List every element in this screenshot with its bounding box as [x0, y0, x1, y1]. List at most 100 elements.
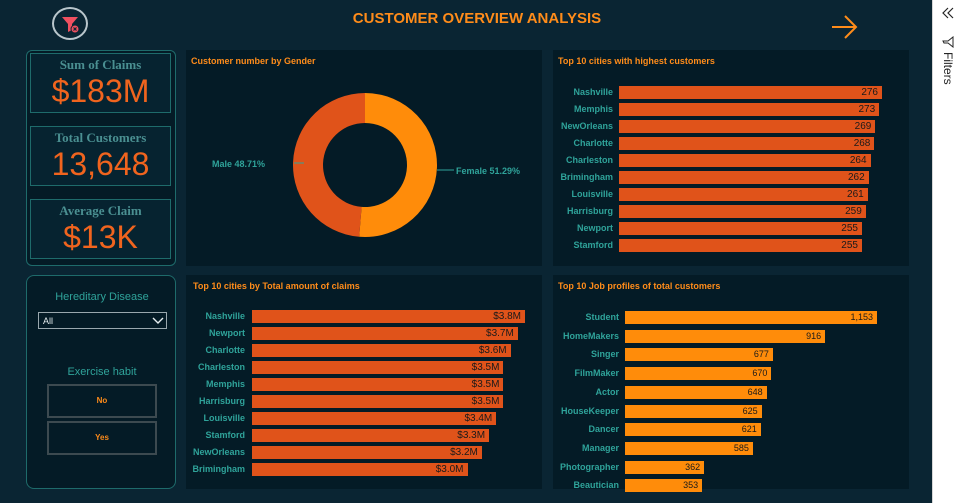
filter-outline-icon — [942, 36, 954, 48]
data-label: 268 — [853, 138, 871, 149]
data-label: $3.5M — [471, 396, 500, 407]
data-label: 677 — [753, 349, 769, 360]
clear-filters-button[interactable] — [52, 7, 88, 40]
kpi-total-customers: Total Customers 13,648 — [30, 126, 171, 186]
data-label: 255 — [841, 223, 858, 234]
data-label: 585 — [733, 442, 749, 453]
exercise-slicer-label: Exercise habit — [67, 366, 137, 378]
kpi-value: 13,648 — [51, 146, 150, 182]
data-label: 1,153 — [850, 312, 873, 322]
data-label: 648 — [747, 386, 763, 397]
data-label: 262 — [847, 172, 865, 183]
hereditary-dropdown[interactable]: All — [38, 312, 167, 329]
category-label: Nashville — [205, 311, 245, 321]
donut-slice-female[interactable] — [359, 93, 437, 237]
data-label: 264 — [849, 155, 867, 166]
top-cities-claims-panel: Top 10 cities by Total amount of claims … — [186, 275, 542, 489]
category-label: Louisville — [203, 413, 245, 423]
category-label: Newport — [209, 328, 245, 338]
category-label: Nashville — [573, 87, 613, 97]
option-label: Yes — [95, 433, 109, 442]
kpi-value: $13K — [63, 219, 138, 255]
category-label: Charlotte — [205, 345, 245, 355]
category-label: Memphis — [573, 104, 613, 114]
data-label: 276 — [861, 87, 878, 98]
category-label: Newport — [577, 223, 613, 233]
chevron-down-icon — [152, 317, 164, 324]
category-label: Harrisburg — [198, 396, 245, 406]
filters-toggle[interactable]: Filters — [941, 36, 957, 100]
data-label: 255 — [841, 240, 858, 251]
category-label: Stamford — [573, 240, 613, 250]
donut-slice-male[interactable] — [292, 93, 365, 237]
top-cities-customers-panel: Top 10 cities with highest customers Nas… — [553, 50, 909, 266]
data-label: $3.4M — [464, 413, 493, 424]
arrow-right-icon — [832, 15, 858, 39]
data-label: 261 — [847, 189, 864, 200]
category-label: Beautician — [573, 480, 619, 491]
category-label: Charleston — [197, 362, 245, 372]
top-cities-claims-chart: Nashville $3.8M Newport $3.7M Charlotte $3.6M… — [186, 275, 542, 489]
kpi-sum-of-claims: Sum of Claims $183M — [30, 53, 171, 113]
kpi-label: Sum of Claims — [59, 57, 142, 72]
next-page-button[interactable] — [829, 14, 859, 40]
category-label: Photographer — [559, 461, 619, 472]
data-label: 621 — [741, 424, 757, 435]
category-label: Singer — [590, 349, 619, 360]
data-label: $3.2M — [450, 447, 478, 458]
data-label: $3.0M — [435, 464, 464, 475]
category-label: Student — [585, 312, 620, 322]
category-label: Louisville — [571, 189, 613, 199]
category-label: HouseKeeper — [560, 405, 619, 416]
category-label: Brimingham — [192, 464, 245, 474]
category-label: Charlotte — [573, 138, 613, 148]
exercise-option-yes[interactable]: Yes — [47, 421, 157, 455]
report-canvas: CUSTOMER OVERVIEW ANALYSIS Sum of Claims… — [0, 0, 932, 503]
top-job-profiles-panel: Top 10 Job profiles of total customers S… — [553, 275, 909, 493]
data-label: 670 — [752, 368, 768, 379]
category-label: NewOrleans — [192, 447, 245, 457]
category-label: Stamford — [205, 430, 245, 440]
double-chevron-left-icon — [942, 7, 954, 19]
top-cities-customers-chart: Nashville 276 Memphis 273 NewOrleans 269 Charl… — [553, 50, 909, 266]
data-label: $3.5M — [471, 379, 500, 390]
category-label: FilmMaker — [574, 368, 619, 379]
category-label: NewOrleans — [560, 121, 613, 131]
exercise-option-no[interactable]: No — [47, 384, 157, 418]
category-label: HomeMakers — [562, 330, 619, 341]
data-label: $3.8M — [493, 311, 521, 322]
gender-donut-chart: Male 48.71% Female 51.29% — [212, 93, 520, 237]
filter-clear-icon — [62, 17, 80, 34]
filters-pane: Filters — [932, 0, 960, 503]
data-label: 353 — [683, 480, 699, 491]
data-label: $3.3M — [457, 430, 486, 441]
donut-label-female: Female 51.29% — [456, 166, 520, 176]
donut-label-male: Male 48.71% — [212, 159, 265, 169]
collapse-filters-button[interactable] — [941, 6, 955, 20]
slicer-panel: Hereditary Disease All Exercise habit No… — [26, 275, 176, 489]
data-label: 362 — [685, 461, 701, 472]
option-label: No — [96, 396, 108, 405]
data-label: 916 — [806, 330, 822, 341]
hereditary-slicer-label: Hereditary Disease — [55, 291, 149, 303]
category-label: Manager — [581, 442, 619, 453]
data-label: 625 — [742, 405, 758, 416]
data-label: $3.7M — [486, 328, 514, 339]
page-title: CUSTOMER OVERVIEW ANALYSIS — [352, 10, 602, 27]
data-label: $3.5M — [471, 362, 500, 373]
data-label: 269 — [854, 121, 872, 132]
kpi-label: Average Claim — [59, 203, 142, 218]
category-label: Charleston — [565, 155, 613, 165]
category-label: Brimingham — [560, 172, 613, 182]
kpi-value: $183M — [51, 73, 150, 109]
kpi-label: Total Customers — [54, 130, 147, 145]
data-label: $3.6M — [478, 345, 507, 356]
kpi-average-claim: Average Claim $13K — [30, 199, 171, 259]
top-job-profiles-chart: Student 1,153 HomeMakers 916 Singer 677 FilmMa… — [553, 275, 909, 493]
category-label: Memphis — [205, 379, 245, 389]
dropdown-value: All — [43, 316, 54, 326]
filters-label: Filters — [941, 52, 955, 85]
data-label: 259 — [845, 206, 862, 217]
category-label: Dancer — [588, 424, 619, 435]
category-label: Harrisburg — [566, 206, 613, 216]
